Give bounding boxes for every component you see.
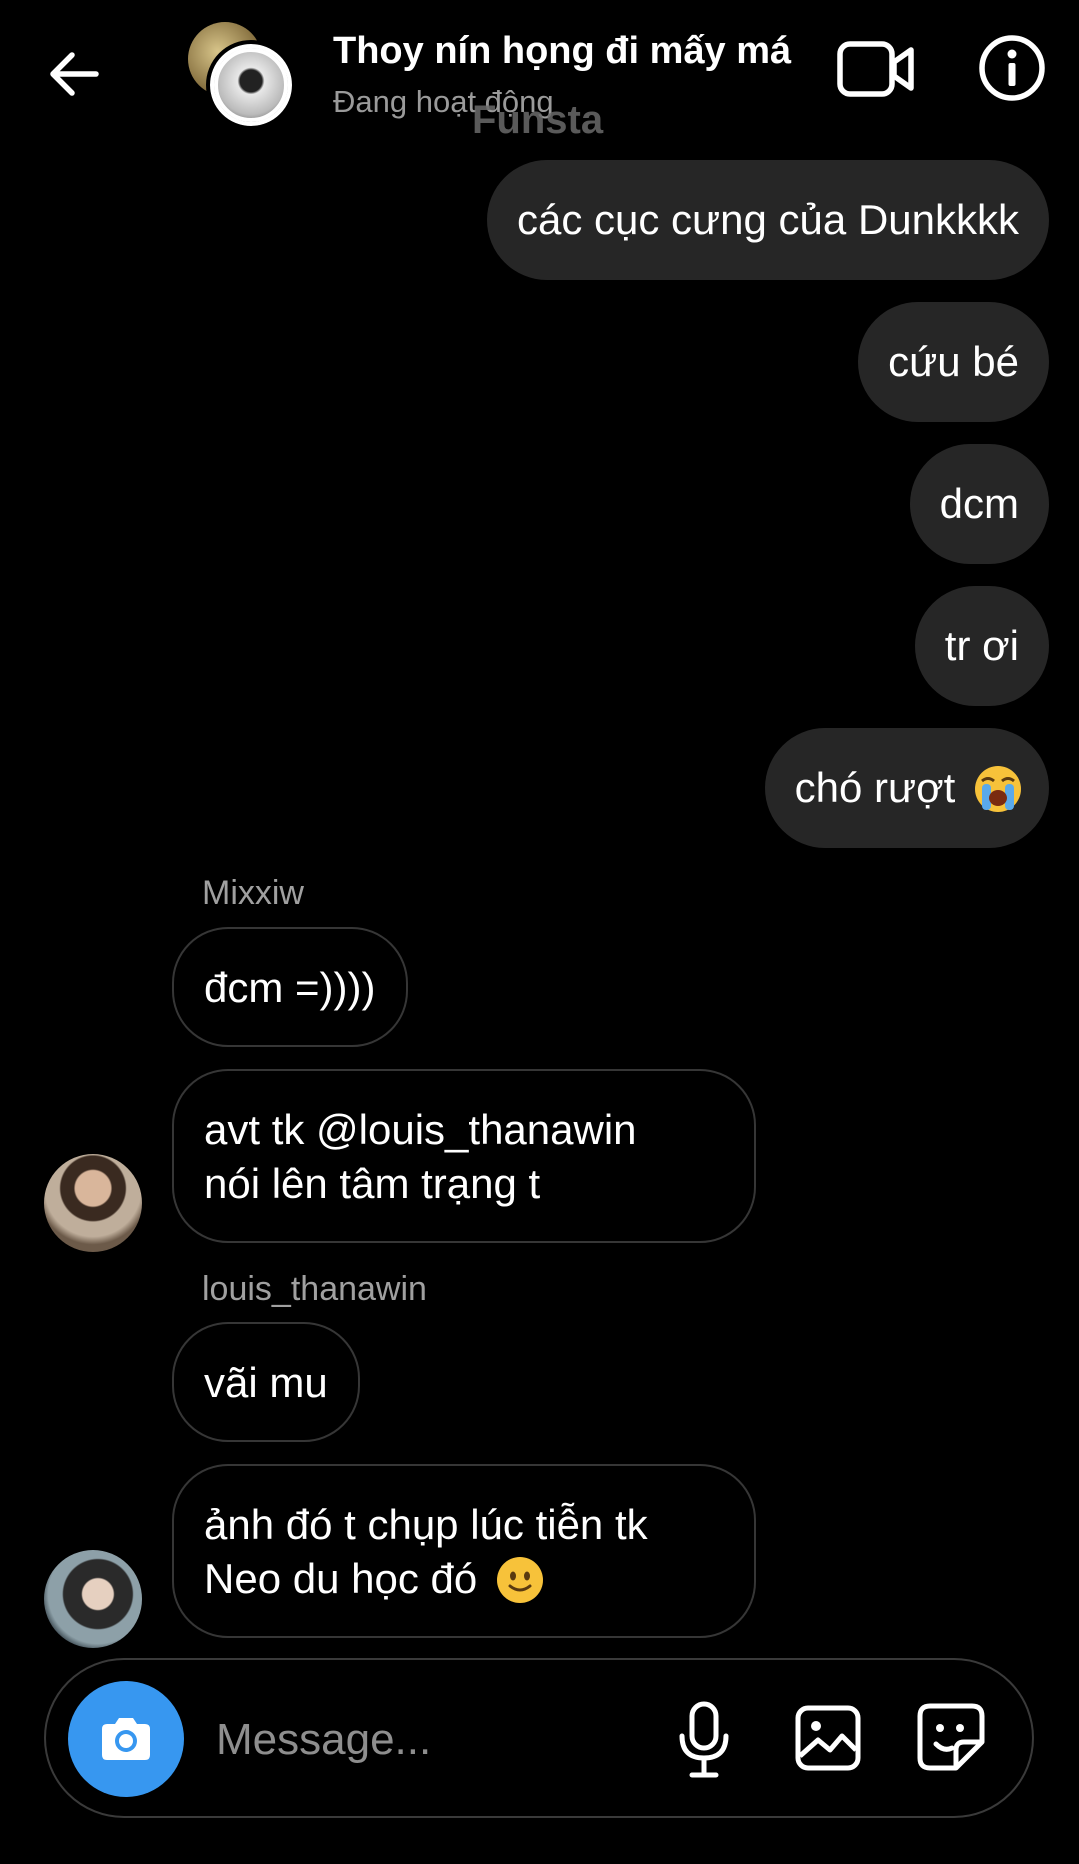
gallery-icon[interactable] — [794, 1704, 862, 1772]
chat-title[interactable]: Thoy nín họng đi mấy má — [333, 30, 791, 73]
incoming-message[interactable]: vãi mu — [172, 1322, 360, 1442]
message-text: đcm =)))) — [204, 964, 376, 1011]
crying-face-emoji — [973, 764, 1021, 812]
message-text: avt tk @louis_thanawin — [204, 1106, 637, 1153]
message-input[interactable] — [216, 1712, 636, 1768]
outgoing-message[interactable]: các cục cưng của Dunkkkk — [487, 160, 1049, 280]
message-text: các cục cưng của Dunkkkk — [517, 196, 1019, 243]
message-text: ảnh đó t chụp lúc tiễn tk — [204, 1501, 648, 1548]
outgoing-message[interactable]: cứu bé — [858, 302, 1049, 422]
sender-name: louis_thanawin — [202, 1270, 427, 1308]
watermark: Funsta — [472, 98, 604, 142]
message-text: nói lên tâm trạng t — [204, 1160, 541, 1207]
message-text: vãi mu — [204, 1359, 328, 1406]
incoming-message[interactable]: avt tk @louis_thanawin nói lên tâm trạng… — [172, 1069, 756, 1243]
message-text: tr ơi — [944, 622, 1019, 669]
outgoing-message[interactable]: dcm — [909, 444, 1049, 564]
message-text: Neo du học đó — [204, 1555, 478, 1602]
sender-name: Mixxiw — [202, 874, 304, 912]
incoming-message[interactable]: ảnh đó t chụp lúc tiễn tk Neo du học đó — [172, 1464, 756, 1638]
camera-button[interactable] — [68, 1681, 184, 1797]
avatar[interactable] — [44, 1154, 142, 1252]
avatar — [206, 40, 296, 130]
message-text: cứu bé — [888, 338, 1019, 385]
info-icon[interactable] — [978, 34, 1046, 102]
outgoing-message[interactable]: chó rượt — [764, 728, 1049, 848]
smiling-face-emoji — [495, 1555, 543, 1603]
incoming-message[interactable]: đcm =)))) — [172, 927, 408, 1047]
group-avatar[interactable] — [188, 22, 296, 130]
back-arrow-icon[interactable] — [44, 44, 104, 104]
microphone-icon[interactable] — [674, 1700, 734, 1780]
video-call-icon[interactable] — [836, 38, 916, 100]
outgoing-message[interactable]: tr ơi — [914, 586, 1049, 706]
message-text: chó rượt — [794, 764, 956, 811]
avatar[interactable] — [44, 1550, 142, 1648]
camera-icon — [102, 1718, 150, 1760]
sticker-icon[interactable] — [916, 1702, 986, 1772]
message-text: dcm — [939, 480, 1019, 527]
